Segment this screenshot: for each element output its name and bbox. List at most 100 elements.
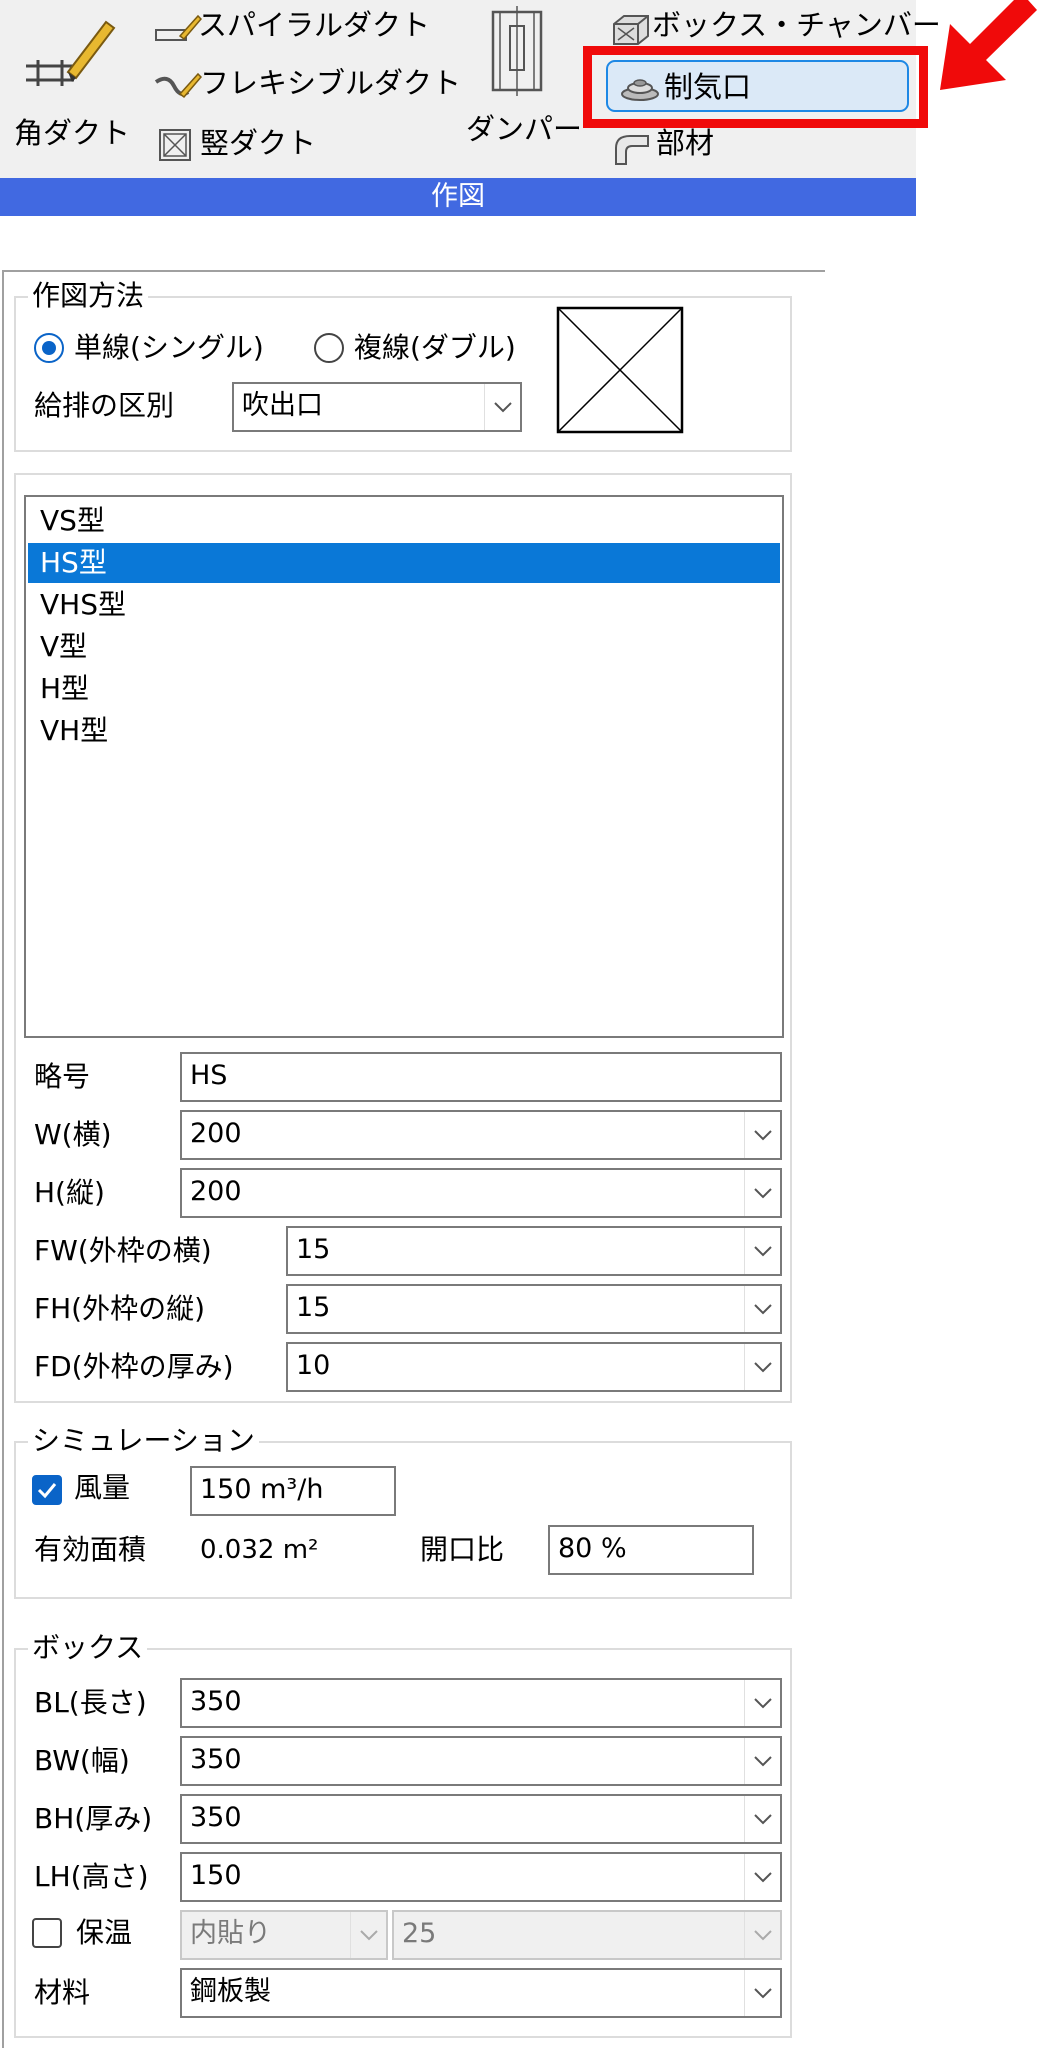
chevron-down-icon[interactable] [744,1170,780,1216]
h-label: H(縦) [34,1176,105,1209]
lh-select[interactable]: 150 [180,1852,782,1902]
list-item-selected[interactable]: HS型 [28,543,780,583]
insulation-type-value: 内貼り [190,1918,271,1949]
chevron-down-icon[interactable] [744,1854,780,1900]
red-arrow-icon [940,0,1037,90]
chevron-down-icon[interactable] [744,1796,780,1842]
checkmark-icon [37,1483,57,1499]
chevron-down-icon[interactable] [744,1970,780,2016]
box-group-title: ボックス [28,1632,148,1664]
air-outlet-icon [621,79,659,101]
damper-icon [491,6,543,96]
material-label: 材料 [34,1976,91,2009]
flexible-duct-icon [154,72,202,99]
air-outlet-button[interactable]: 制気口 [606,60,909,112]
method-group-title: 作図方法 [28,280,149,312]
double-line-radio[interactable] [314,333,344,363]
flexible-duct-button[interactable]: フレキシブルダクト [150,64,461,108]
box-chamber-icon [613,15,649,45]
ribbon-group-label: 作図 [0,178,916,216]
effective-area-value: 0.032 m² [200,1535,319,1565]
fd-value: 10 [296,1350,331,1381]
vertical-duct-button[interactable]: 竪ダクト [150,122,350,166]
opening-ratio-value: 80 % [558,1533,627,1564]
list-item[interactable]: VS型 [40,501,105,541]
insulation-thickness-select[interactable]: 25 [392,1910,782,1960]
symbol-label: 略号 [34,1060,91,1093]
bl-label: BL(長さ) [34,1686,147,1719]
rect-duct-icon [26,20,116,86]
opening-ratio-input[interactable]: 80 % [548,1525,754,1575]
list-item[interactable]: H型 [40,669,89,709]
flexible-duct-label: フレキシブルダクト [200,66,462,100]
list-item[interactable]: V型 [40,627,87,667]
bw-select[interactable]: 350 [180,1736,782,1786]
airflow-checkbox[interactable] [32,1475,62,1505]
parts-label: 部材 [656,126,715,160]
effective-area-label: 有効面積 [34,1533,147,1566]
fh-select[interactable]: 15 [286,1284,782,1334]
bl-value: 350 [190,1686,242,1717]
vertical-duct-label: 竪ダクト [200,126,317,160]
lh-value: 150 [190,1860,242,1891]
rect-duct-button[interactable]: 角ダクト [8,4,130,164]
w-label: W(横) [34,1118,112,1151]
bh-value: 350 [190,1802,242,1833]
supply-exhaust-label: 給排の区別 [34,389,175,422]
insulation-type-select[interactable]: 内貼り [180,1910,388,1960]
chevron-down-icon[interactable] [484,384,520,430]
chevron-down-icon[interactable] [744,1286,780,1332]
bw-label: BW(幅) [34,1744,130,1777]
insulation-label: 保温 [76,1916,133,1949]
supply-exhaust-select[interactable]: 吹出口 [232,382,522,432]
lh-label: LH(高さ) [34,1860,149,1893]
air-outlet-label: 制気口 [664,70,752,104]
fd-select[interactable]: 10 [286,1342,782,1392]
double-line-label[interactable]: 複線(ダブル) [354,328,516,368]
bl-select[interactable]: 350 [180,1678,782,1728]
damper-button[interactable]: ダンパー [462,4,582,164]
parts-button[interactable]: 部材 [608,124,768,168]
simulation-group-title: シミュレーション [28,1425,259,1457]
bw-value: 350 [190,1744,242,1775]
supply-exhaust-value: 吹出口 [242,390,323,421]
airflow-value: 150 m³/h [200,1474,324,1505]
list-item[interactable]: VH型 [40,711,108,751]
material-select[interactable]: 鋼板製 [180,1968,782,2018]
chevron-down-icon[interactable] [744,1112,780,1158]
insulation-thickness-value: 25 [402,1918,437,1949]
symbol-value: HS [190,1060,228,1091]
fw-select[interactable]: 15 [286,1226,782,1276]
w-select[interactable]: 200 [180,1110,782,1160]
chevron-down-icon[interactable] [744,1228,780,1274]
type-listbox[interactable]: VS型 HS型 VHS型 V型 H型 VH型 [24,495,784,1038]
list-item[interactable]: VHS型 [40,585,126,625]
damper-label: ダンパー [466,112,583,146]
material-value: 鋼板製 [190,1976,271,2007]
single-line-label[interactable]: 単線(シングル) [74,328,264,368]
fh-value: 15 [296,1292,331,1323]
symbol-input[interactable]: HS [180,1052,782,1102]
parts-icon [615,135,649,165]
fd-label: FD(外枠の厚み) [34,1350,234,1383]
box-chamber-button[interactable]: ボックス・チャンバー [608,6,941,50]
vertical-duct-icon [159,129,191,161]
chevron-down-icon[interactable] [744,1344,780,1390]
h-select[interactable]: 200 [180,1168,782,1218]
rect-duct-label: 角ダクト [14,116,131,150]
opening-ratio-label: 開口比 [420,1533,505,1566]
fw-value: 15 [296,1234,331,1265]
chevron-down-icon[interactable] [744,1912,780,1958]
bh-label: BH(厚み) [34,1802,153,1835]
airflow-input[interactable]: 150 m³/h [190,1466,396,1516]
fh-label: FH(外枠の縦) [34,1292,206,1325]
chevron-down-icon[interactable] [350,1912,386,1958]
insulation-checkbox[interactable] [32,1918,62,1948]
single-line-radio[interactable] [34,333,64,363]
chevron-down-icon[interactable] [744,1680,780,1726]
bh-select[interactable]: 350 [180,1794,782,1844]
spiral-duct-button[interactable]: スパイラルダクト [150,6,430,50]
airflow-label: 風量 [74,1471,131,1504]
preview-image [556,306,684,434]
chevron-down-icon[interactable] [744,1738,780,1784]
